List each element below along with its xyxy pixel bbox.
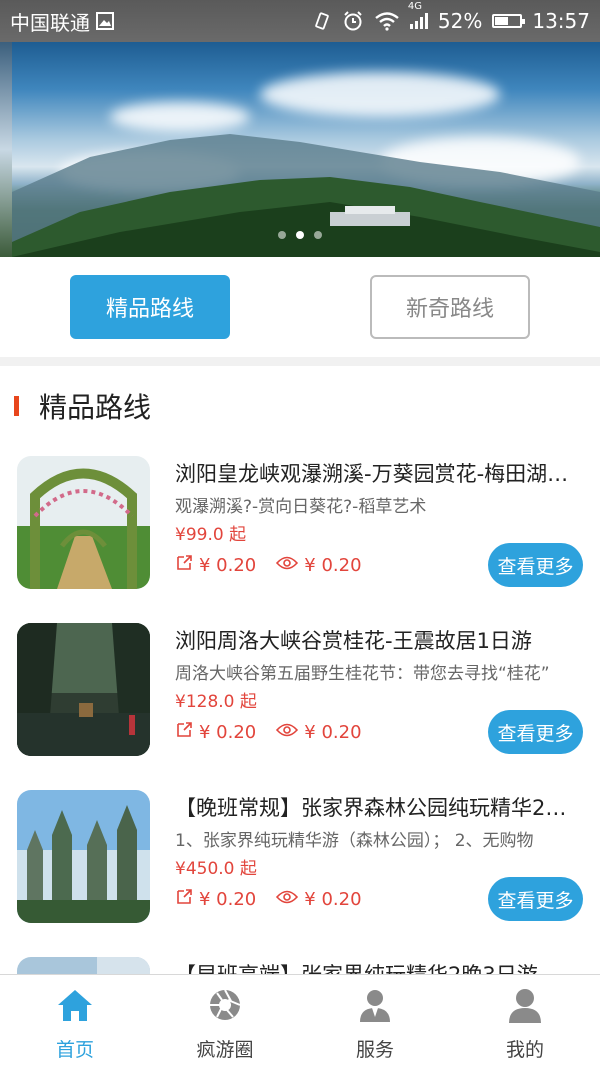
route-description: 周洛大峡谷第五届野生桂花节：带您去寻找“桂花” (175, 664, 550, 684)
view-more-button[interactable]: 查看更多 (488, 543, 583, 587)
alarm-icon (342, 10, 364, 32)
section-marker (14, 396, 19, 416)
views-stat: ¥ 0.20 (276, 889, 362, 910)
route-item[interactable]: 浏阳周洛大峡谷赏桂花-王震故居1日游 周洛大峡谷第五届野生桂花节：带您去寻找“桂… (0, 623, 600, 763)
vibrate-icon (312, 11, 332, 31)
carousel-dot[interactable] (314, 231, 322, 239)
home-icon (56, 987, 94, 1027)
eye-icon (276, 889, 299, 910)
view-more-button[interactable]: 查看更多 (488, 877, 583, 921)
eye-icon (276, 722, 299, 743)
novel-routes-tab[interactable]: 新奇路线 (370, 275, 530, 339)
share-value: ¥ 0.20 (199, 722, 257, 743)
nav-label: 疯游圈 (196, 1039, 254, 1061)
nav-label: 首页 (55, 1039, 94, 1061)
nav-home[interactable]: 首页 (0, 975, 150, 1068)
battery-percent: 52% (437, 9, 483, 33)
status-icons: 4G 52% 13:57 (312, 1, 590, 33)
route-stats: ¥ 0.20 ¥ 0.20 (175, 554, 382, 577)
route-list-section: 精品路线 浏阳皇龙峡观瀑溯溪-万葵园赏花-梅田湖花海1日游 观瀑溯溪?-赏向日葵… (0, 366, 600, 974)
route-thumbnail-zhangjiajie (17, 790, 150, 923)
signal-icon: 4G (408, 1, 428, 29)
aperture-icon (207, 987, 243, 1027)
route-price: ¥450.0 起 (175, 859, 257, 879)
route-price: ¥128.0 起 (175, 692, 257, 712)
image-icon (96, 12, 114, 30)
share-stat: ¥ 0.20 (175, 554, 256, 577)
nav-mine[interactable]: 我的 (450, 975, 600, 1068)
carousel-indicators (0, 231, 600, 239)
route-thumbnail-partial (17, 957, 150, 974)
route-title: 浏阳皇龙峡观瀑溯溪-万葵园赏花-梅田湖花海1日游 (175, 462, 580, 486)
wifi-icon (374, 11, 400, 31)
premium-routes-tab[interactable]: 精品路线 (70, 275, 230, 339)
nav-service[interactable]: 服务 (300, 975, 450, 1068)
route-stats: ¥ 0.20 ¥ 0.20 (175, 888, 382, 911)
share-icon (175, 888, 193, 911)
share-stat: ¥ 0.20 (175, 888, 256, 911)
views-value: ¥ 0.20 (304, 722, 362, 743)
route-item[interactable]: 【早班高端】张家界纯玩精华2晚3日游 (0, 957, 600, 974)
route-item[interactable]: 【晚班常规】张家界森林公园纯玩精华2晚3日游 1、张家界纯玩精华游（森林公园）；… (0, 790, 600, 930)
route-title: 【早班高端】张家界纯玩精华2晚3日游 (175, 959, 580, 974)
views-value: ¥ 0.20 (304, 555, 362, 576)
share-stat: ¥ 0.20 (175, 721, 256, 744)
view-more-button[interactable]: 查看更多 (488, 710, 583, 754)
status-bar: 中国联通 4G 52% 13:57 (0, 0, 600, 42)
share-icon (175, 554, 193, 577)
route-description: 观瀑溯溪?-赏向日葵花?-稻草艺术 (175, 497, 427, 517)
views-stat: ¥ 0.20 (276, 555, 362, 576)
bottom-navigation: 首页 疯游圈 服务 我的 (0, 974, 600, 1068)
route-thumbnail-flower-arch (17, 456, 150, 589)
route-item[interactable]: 浏阳皇龙峡观瀑溯溪-万葵园赏花-梅田湖花海1日游 观瀑溯溪?-赏向日葵花?-稻草… (0, 456, 600, 596)
route-price: ¥99.0 起 (175, 525, 247, 545)
route-description: 1、张家界纯玩精华游（森林公园）； 2、无购物 (175, 831, 534, 851)
route-thumbnail-canyon (17, 623, 150, 756)
share-value: ¥ 0.20 (199, 555, 257, 576)
carousel-dot[interactable] (278, 231, 286, 239)
eye-icon (276, 555, 299, 576)
nav-travel-circle[interactable]: 疯游圈 (150, 975, 300, 1068)
share-value: ¥ 0.20 (199, 889, 257, 910)
route-title: 【晚班常规】张家界森林公园纯玩精华2晚3日游 (175, 796, 580, 820)
banner-carousel[interactable] (0, 42, 600, 257)
route-type-tabs: 精品路线 新奇路线 (0, 257, 600, 357)
banner-landscape (12, 134, 600, 257)
views-stat: ¥ 0.20 (276, 722, 362, 743)
views-value: ¥ 0.20 (304, 889, 362, 910)
service-agent-icon (357, 987, 393, 1027)
route-title: 浏阳周洛大峡谷赏桂花-王震故居1日游 (175, 629, 532, 653)
section-title: 精品路线 (39, 391, 152, 424)
section-header: 精品路线 (14, 386, 151, 426)
nav-label: 我的 (505, 1039, 544, 1061)
user-icon (507, 987, 543, 1027)
clock: 13:57 (532, 9, 590, 33)
share-icon (175, 721, 193, 744)
route-stats: ¥ 0.20 ¥ 0.20 (175, 721, 382, 744)
network-type: 4G (407, 1, 423, 12)
carousel-dot[interactable] (296, 231, 304, 239)
carrier-name: 中国联通 (10, 10, 90, 35)
nav-label: 服务 (355, 1039, 394, 1061)
battery-icon (492, 14, 526, 28)
carrier-group: 中国联通 (10, 7, 114, 36)
